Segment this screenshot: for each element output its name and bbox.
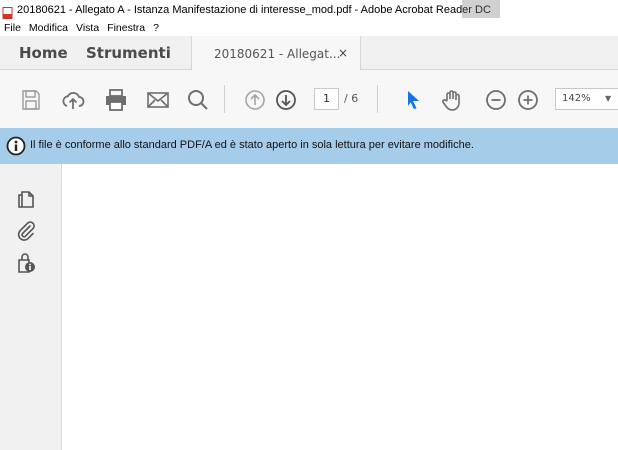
menu-finestra[interactable]: Finestra	[103, 22, 149, 34]
select-arrow-icon[interactable]	[401, 88, 425, 112]
upload-cloud-icon[interactable]	[61, 88, 85, 112]
chevron-down-icon[interactable]: ▼	[605, 89, 611, 109]
document-viewport[interactable]	[62, 164, 618, 450]
zoom-level-select[interactable]: 142% ▼	[555, 88, 618, 110]
email-icon[interactable]	[146, 88, 170, 112]
acrobat-pdf-icon	[2, 4, 14, 19]
zoom-level-value: 142%	[562, 93, 591, 104]
toolbar-separator	[224, 85, 225, 113]
toolbar-separator	[377, 85, 378, 113]
window-title: 20180621 - Allegato A - Istanza Manifest…	[17, 4, 491, 16]
navigation-pane	[0, 164, 62, 450]
pdfa-info-message: Il file è conforme allo standard PDF/A e…	[30, 139, 474, 151]
print-icon[interactable]	[104, 88, 128, 112]
attachment-icon[interactable]	[15, 220, 37, 242]
close-tab-icon[interactable]: ×	[338, 46, 348, 60]
menu-help[interactable]: ?	[149, 22, 163, 34]
lock-document-icon[interactable]	[15, 252, 37, 274]
menu-bar: File Modifica Vista Finestra ?	[0, 20, 618, 36]
pdfa-info-bar: Il file è conforme allo standard PDF/A e…	[0, 128, 618, 164]
page-total: / 6	[344, 92, 359, 105]
menu-vista[interactable]: Vista	[72, 22, 103, 34]
hand-icon[interactable]	[440, 88, 464, 112]
tab-tools[interactable]: Strumenti	[86, 44, 171, 62]
zoom-out-icon[interactable]	[484, 88, 508, 112]
window-title-bar: 20180621 - Allegato A - Istanza Manifest…	[0, 0, 618, 20]
page-number-input[interactable]: 1	[314, 88, 339, 110]
info-icon	[6, 136, 26, 156]
menu-modifica[interactable]: Modifica	[25, 22, 72, 34]
tab-document[interactable]: 20180621 - Allegat... ×	[191, 36, 361, 70]
tab-bar: Home Strumenti 20180621 - Allegat... ×	[0, 36, 618, 70]
pages-icon[interactable]	[15, 188, 37, 210]
title-overlay	[462, 0, 500, 18]
page-down-icon[interactable]	[274, 88, 298, 112]
save-icon[interactable]	[19, 88, 43, 112]
toolbar: 1 / 6 142% ▼	[0, 70, 618, 128]
search-icon[interactable]	[186, 88, 210, 112]
tab-document-label: 20180621 - Allegat...	[214, 47, 341, 61]
tab-home[interactable]: Home	[19, 44, 68, 62]
page-up-icon[interactable]	[243, 88, 267, 112]
zoom-in-icon[interactable]	[516, 88, 540, 112]
menu-file[interactable]: File	[0, 22, 25, 34]
